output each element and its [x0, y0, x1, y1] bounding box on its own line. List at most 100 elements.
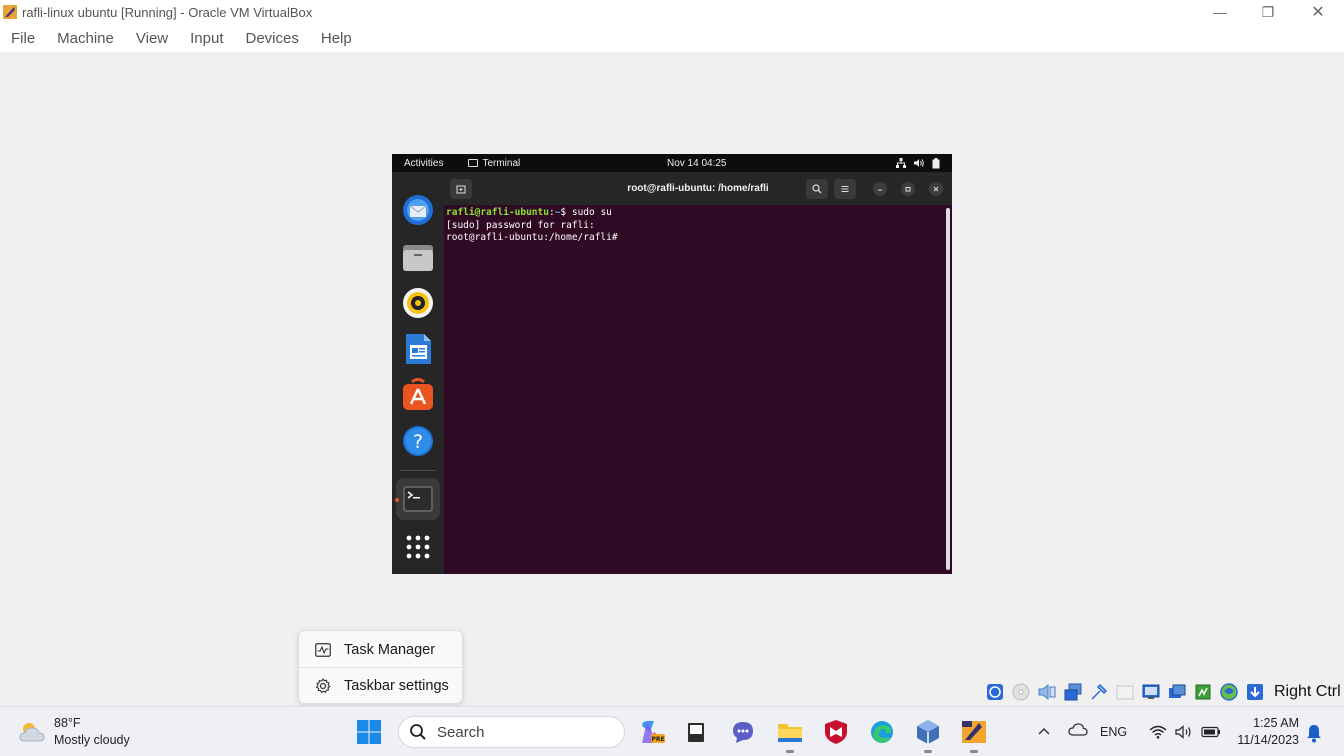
network-adapter-icon[interactable] — [1062, 681, 1084, 703]
running-indicator — [395, 498, 399, 502]
battery-icon — [932, 157, 940, 168]
menu-file[interactable]: File — [0, 30, 46, 47]
svg-text:PRE: PRE — [651, 736, 664, 743]
restore-button[interactable]: ❐ — [1244, 0, 1292, 24]
mcafee-icon — [825, 720, 847, 744]
vm-window-icon — [962, 721, 986, 743]
onedrive-button[interactable] — [1064, 722, 1092, 742]
weather-temp: 88°F — [54, 716, 81, 730]
thunderbird-icon[interactable] — [401, 193, 435, 227]
speaker-icon — [1175, 725, 1191, 739]
notifications-button[interactable] — [1305, 723, 1323, 748]
task-manager-icon — [314, 641, 332, 659]
mouse-integration-icon[interactable] — [1244, 681, 1266, 703]
windows-taskbar: 88°F Mostly cloudy Search PRE ENG 1:25 A… — [0, 706, 1344, 756]
virtualbox-taskbar-button[interactable] — [912, 716, 944, 753]
mcafee-button[interactable] — [820, 716, 852, 748]
menu-input[interactable]: Input — [179, 30, 234, 47]
shared-folders-icon[interactable] — [1114, 681, 1136, 703]
terminal-maximize-button[interactable] — [901, 182, 915, 196]
app-menu-label: Terminal — [482, 157, 521, 169]
search-icon — [410, 724, 426, 740]
window-titlebar: rafli-linux ubuntu [Running] - Oracle VM… — [0, 0, 1344, 24]
file-explorer-button[interactable] — [774, 716, 806, 753]
menu-devices[interactable]: Devices — [235, 30, 310, 47]
show-apps-icon[interactable] — [401, 530, 435, 564]
libreoffice-writer-icon[interactable] — [401, 332, 435, 366]
virtualbox-app-icon — [3, 5, 17, 19]
vbox-status-bar: Right Ctrl — [984, 680, 1341, 704]
ubuntu-dock: ? — [392, 172, 444, 574]
teams-chat-button[interactable] — [727, 716, 759, 748]
hamburger-icon — [841, 186, 849, 192]
vm-display[interactable]: Activities Terminal Nov 14 04:25 ? root@… — [392, 154, 952, 574]
weather-widget[interactable]: 88°F Mostly cloudy — [18, 715, 130, 749]
svg-text:?: ? — [413, 431, 423, 453]
menu-machine[interactable]: Machine — [46, 30, 125, 47]
search-label: Search — [437, 723, 485, 741]
terminal-window[interactable]: root@rafli-ubuntu: /home/rafli rafli@raf… — [444, 172, 952, 574]
hard-disk-icon[interactable] — [984, 681, 1006, 703]
files-icon[interactable] — [401, 240, 435, 274]
help-icon[interactable]: ? — [401, 424, 435, 458]
gnome-clock[interactable]: Nov 14 04:25 — [667, 158, 727, 169]
guest-additions-icon[interactable] — [1218, 681, 1240, 703]
search-icon — [812, 184, 822, 194]
notepad-icon — [688, 723, 704, 742]
terminal-icon[interactable] — [401, 482, 435, 516]
notepad-button[interactable] — [680, 716, 712, 748]
edge-button[interactable] — [866, 716, 898, 748]
app-menu[interactable]: Terminal — [468, 158, 520, 169]
chat-icon — [733, 722, 753, 743]
copilot-icon: PRE — [642, 721, 665, 743]
cloud-icon — [1068, 722, 1088, 736]
copilot-button[interactable]: PRE — [636, 716, 668, 748]
quick-settings-button[interactable] — [1149, 725, 1221, 739]
taskbar-settings-label: Taskbar settings — [344, 678, 449, 694]
terminal-minimize-button[interactable] — [873, 182, 887, 196]
vm-window-taskbar-button[interactable] — [958, 716, 990, 753]
bell-icon — [1307, 725, 1321, 743]
menu-help[interactable]: Help — [310, 30, 363, 47]
gear-icon — [314, 677, 332, 695]
activities-button[interactable]: Activities — [404, 158, 443, 169]
terminal-search-button[interactable] — [806, 179, 828, 199]
video-capture-icon[interactable] — [1166, 681, 1188, 703]
taskbar-search-box[interactable]: Search — [398, 716, 625, 748]
minimize-button[interactable]: — — [1196, 0, 1244, 24]
taskbar-clock[interactable]: 1:25 AM 11/14/2023 — [1237, 715, 1299, 749]
display-icon[interactable] — [1140, 681, 1162, 703]
terminal-close-button[interactable] — [929, 182, 943, 196]
terminal-output[interactable]: rafli@rafli-ubuntu:~$ sudo su [sudo] pas… — [446, 207, 618, 245]
start-button[interactable] — [353, 716, 385, 748]
close-button[interactable]: ✕ — [1294, 0, 1342, 24]
taskbar-settings-menu-item[interactable]: Taskbar settings — [299, 668, 462, 704]
prompt-user: rafli@rafli-ubuntu — [446, 207, 549, 218]
running-indicator — [786, 750, 794, 753]
wifi-icon — [1149, 725, 1167, 739]
virtualbox-icon — [917, 720, 939, 744]
show-hidden-icons-button[interactable] — [1032, 723, 1056, 741]
menu-view[interactable]: View — [125, 30, 179, 47]
language-indicator[interactable]: ENG — [1100, 725, 1127, 739]
audio-icon[interactable] — [1036, 681, 1058, 703]
cpu-icon[interactable] — [1192, 681, 1214, 703]
usb-icon[interactable] — [1088, 681, 1110, 703]
minimize-icon — [878, 189, 882, 191]
optical-drive-icon[interactable] — [1010, 681, 1032, 703]
rhythmbox-icon[interactable] — [401, 286, 435, 320]
weather-desc: Mostly cloudy — [54, 733, 130, 747]
battery-icon — [1201, 726, 1221, 738]
close-icon — [933, 186, 939, 192]
taskbar-time: 1:25 AM — [1253, 716, 1299, 730]
app-center-icon[interactable] — [401, 378, 435, 412]
task-manager-menu-item[interactable]: Task Manager — [299, 632, 462, 668]
folder-icon — [778, 724, 802, 742]
terminal-scrollbar[interactable] — [946, 208, 950, 570]
windows-logo-icon — [357, 720, 381, 744]
menu-bar: File Machine View Input Devices Help — [0, 24, 1344, 52]
system-menu[interactable] — [896, 157, 940, 169]
host-key-label: Right Ctrl — [1274, 683, 1341, 700]
taskbar-date: 11/14/2023 — [1237, 733, 1299, 747]
terminal-menu-button[interactable] — [834, 179, 856, 199]
